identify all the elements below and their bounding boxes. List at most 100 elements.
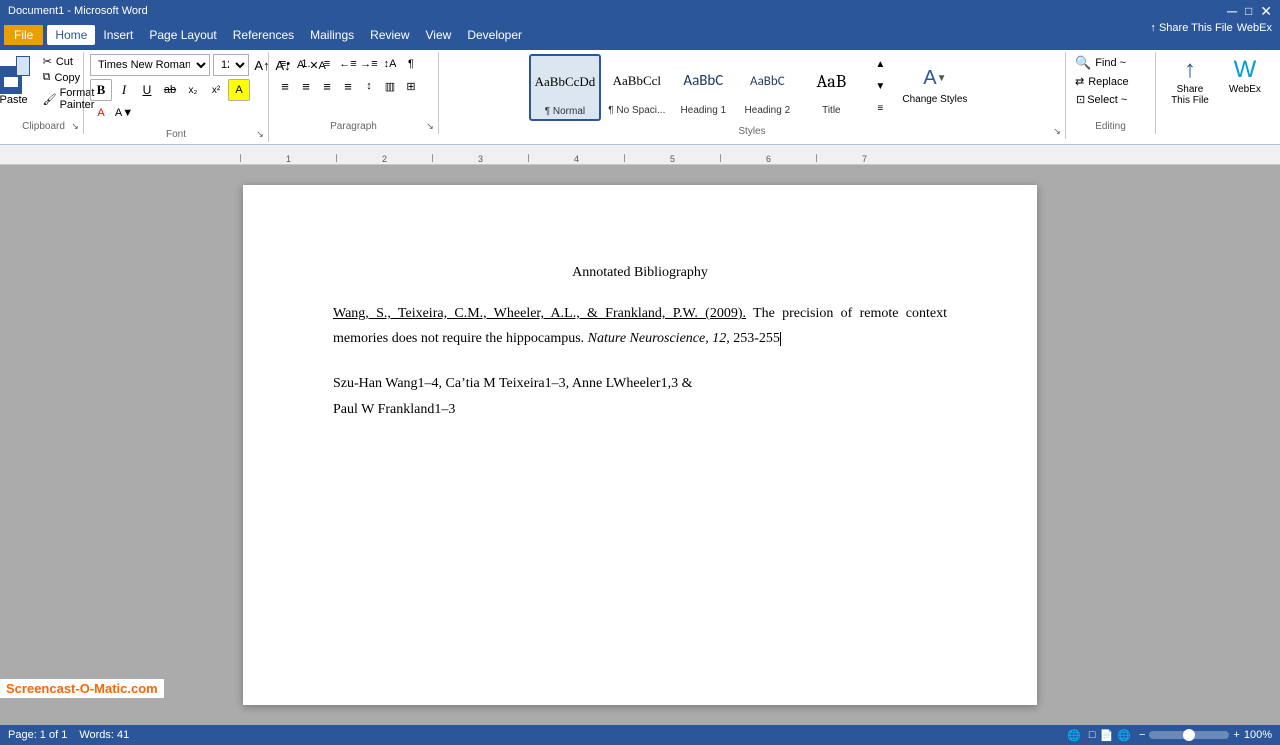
zoom-level: 100% <box>1244 729 1272 741</box>
developer-menu[interactable]: Developer <box>459 25 530 45</box>
subscript-button[interactable]: x₂ <box>182 79 204 101</box>
status-bar: Page: 1 of 1 Words: 41 🌐 □ 📄 🌐 − + 100% <box>0 725 1280 745</box>
styles-more-button[interactable]: ≡ <box>870 98 890 118</box>
close-btn[interactable]: ✕ <box>1260 3 1272 20</box>
share-group: ↑ ShareThis File W WebEx <box>1156 52 1276 134</box>
sort-button[interactable]: ↕A <box>380 54 400 74</box>
document-page[interactable]: Annotated Bibliography Wang, S., Teixeir… <box>243 185 1037 705</box>
view-menu[interactable]: View <box>418 25 460 45</box>
style-heading2[interactable]: AaBbC Heading 2 <box>736 54 798 119</box>
clipboard-expand[interactable]: ↘ <box>69 120 81 132</box>
font-label: Font <box>84 129 268 140</box>
justify-button[interactable]: ≡ <box>338 76 358 96</box>
authors-line-2: Paul W Frankland1–3 <box>333 402 455 417</box>
styles-down-button[interactable]: ▼ <box>870 76 890 96</box>
document-area: Annotated Bibliography Wang, S., Teixeir… <box>0 165 1280 725</box>
word-count: Words: 41 <box>79 729 129 741</box>
style-heading2-preview: AaBbC <box>750 57 785 105</box>
replace-button[interactable]: ⇄ Replace <box>1072 74 1149 89</box>
align-center-button[interactable]: ≡ <box>296 76 316 96</box>
editing-group: 🔍 Find ~ ⇄ Replace ⊡ Select ~ Editing <box>1066 52 1156 134</box>
share-button[interactable]: ↑ ShareThis File <box>1165 54 1215 108</box>
mailings-menu[interactable]: Mailings <box>302 25 362 45</box>
page-layout-menu[interactable]: Page Layout <box>141 25 224 45</box>
paragraph-label: Paragraph <box>269 121 438 132</box>
app-title: Document1 - Microsoft Word <box>8 5 148 17</box>
bullets-button[interactable]: ≡• <box>275 54 295 74</box>
home-menu[interactable]: Home <box>47 25 95 45</box>
select-button[interactable]: ⊡ Select ~ <box>1072 91 1149 108</box>
numbering-button[interactable]: 1. <box>296 54 316 74</box>
underline-button[interactable]: U <box>136 79 158 101</box>
webex-button[interactable]: W WebEx <box>1223 54 1267 108</box>
increase-indent-button[interactable]: →≡ <box>359 54 379 74</box>
authors-line-1: Szu-Han Wang1–4, Caʼtia M Teixeira1–3, A… <box>333 376 692 391</box>
zoom-slider[interactable] <box>1183 729 1195 741</box>
paste-button[interactable]: Paste <box>0 54 38 108</box>
ruler: 1 2 3 4 5 6 7 <box>0 145 1280 165</box>
highlight-button[interactable]: A <box>228 79 250 101</box>
style-heading1[interactable]: AaBbC Heading 1 <box>672 54 734 119</box>
style-heading2-label: Heading 2 <box>745 105 791 116</box>
align-left-button[interactable]: ≡ <box>275 76 295 96</box>
superscript-button[interactable]: x² <box>205 79 227 101</box>
paste-label: Paste <box>0 94 28 106</box>
title-bar: Document1 - Microsoft Word ─ □ ✕ <box>0 0 1280 22</box>
paragraph-expand[interactable]: ↘ <box>424 120 436 132</box>
zoom-out-button[interactable]: − <box>1139 729 1145 741</box>
font-name-row: Times New Roman 12 A↑ A↓ A ✕A <box>90 54 262 76</box>
paragraph-1: Wang, S., Teixeira, C.M., Wheeler, A.L.,… <box>333 301 947 351</box>
view-reader-icon[interactable]: 📄 <box>1100 729 1114 742</box>
view-web-icon[interactable]: 🌐 <box>1117 729 1131 742</box>
ribbon: Paste ✂ Cut ⧉ Copy 🖌 Format Painter <box>0 48 1280 145</box>
page-numbers: 253-255 <box>733 331 780 346</box>
editing-label: Editing <box>1066 121 1155 132</box>
style-no-spacing-preview: AaBbCcl <box>613 57 661 105</box>
decrease-indent-button[interactable]: ←≡ <box>338 54 358 74</box>
view-normal-icon[interactable]: □ <box>1089 729 1096 741</box>
font-expand[interactable]: ↘ <box>254 128 266 140</box>
font-color-button[interactable]: A <box>90 102 112 124</box>
insert-menu[interactable]: Insert <box>95 25 141 45</box>
styles-expand[interactable]: ↘ <box>1051 125 1063 137</box>
clipboard-group: Paste ✂ Cut ⧉ Copy 🖌 Format Painter <box>4 52 84 134</box>
style-normal-preview: AaBbCcDd <box>535 58 596 106</box>
page-info: Page: 1 of 1 <box>8 729 67 741</box>
minimize-btn[interactable]: ─ <box>1227 3 1237 19</box>
italic-button[interactable]: I <box>113 79 135 101</box>
list-buttons-row: ≡• 1. ≡ ←≡ →≡ ↕A ¶ <box>275 54 432 74</box>
shading-button[interactable]: ▥ <box>380 76 400 96</box>
strikethrough-button[interactable]: ab <box>159 79 181 101</box>
style-title-preview: AaB <box>817 57 847 105</box>
journal-citation: Nature Neuroscience, 12, <box>588 331 730 346</box>
maximize-btn[interactable]: □ <box>1245 4 1252 18</box>
style-title[interactable]: AaB Title <box>800 54 862 119</box>
styles-up-button[interactable]: ▲ <box>870 54 890 74</box>
multilevel-list-button[interactable]: ≡ <box>317 54 337 74</box>
change-styles-button[interactable]: A ▼ Change Styles <box>896 58 973 110</box>
show-formatting-button[interactable]: ¶ <box>401 54 421 74</box>
styles-gallery: AaBbCcDd ¶ Normal AaBbCcl ¶ No Spaci... <box>529 54 863 121</box>
font-size-select[interactable]: 12 <box>213 54 249 76</box>
review-menu[interactable]: Review <box>362 25 417 45</box>
align-right-button[interactable]: ≡ <box>317 76 337 96</box>
webex-icon: WebEx <box>1237 22 1272 34</box>
find-button[interactable]: 🔍 Find ~ <box>1072 54 1149 72</box>
line-spacing-button[interactable]: ↕ <box>359 76 379 96</box>
alignment-buttons-row: ≡ ≡ ≡ ≡ ↕ ▥ ⊞ <box>275 76 432 96</box>
bold-button[interactable]: B <box>90 79 112 101</box>
zoom-in-button[interactable]: + <box>1233 729 1239 741</box>
file-menu[interactable]: File <box>4 25 43 45</box>
styles-group: AaBbCcDd ¶ Normal AaBbCcl ¶ No Spaci... <box>439 52 1066 139</box>
font-name-select[interactable]: Times New Roman <box>90 54 210 76</box>
text-effect-button[interactable]: A▼ <box>113 102 135 124</box>
style-heading1-preview: AaBbC <box>683 57 723 105</box>
style-normal[interactable]: AaBbCcDd ¶ Normal <box>529 54 602 121</box>
references-menu[interactable]: References <box>225 25 302 45</box>
ribbon-content: Paste ✂ Cut ⧉ Copy 🖌 Format Painter <box>0 48 1280 144</box>
paragraph-group: ≡• 1. ≡ ←≡ →≡ ↕A ¶ ≡ ≡ ≡ ≡ ↕ ▥ ⊞ <box>269 52 439 134</box>
borders-button[interactable]: ⊞ <box>401 76 421 96</box>
watermark: Screencast-O-Matic.com <box>0 679 164 698</box>
menu-bar: File Home Insert Page Layout References … <box>0 22 1280 48</box>
style-no-spacing[interactable]: AaBbCcl ¶ No Spaci... <box>603 54 670 119</box>
